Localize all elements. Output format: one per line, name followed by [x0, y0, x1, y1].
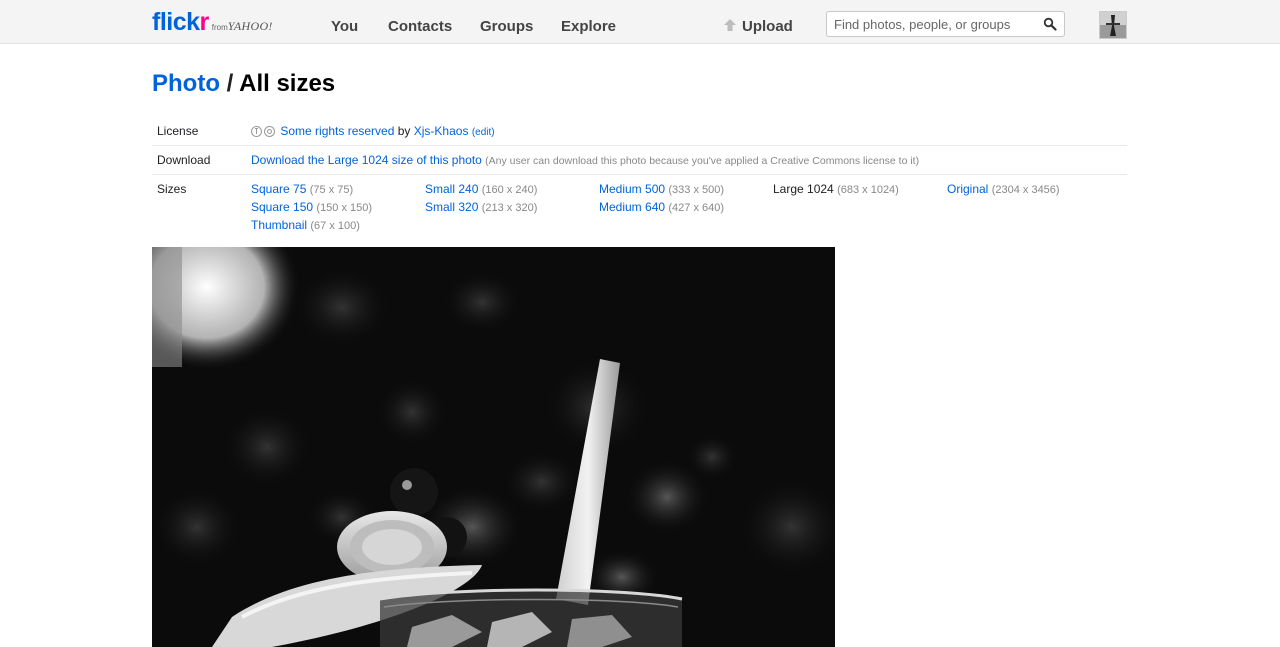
size-dims: (2304 x 3456): [991, 184, 1060, 196]
row-divider: [152, 174, 1127, 175]
size-dims: (67 x 100): [310, 220, 360, 232]
avatar-image: [1100, 12, 1126, 38]
search-icon[interactable]: [1043, 17, 1057, 31]
upload-label: Upload: [742, 18, 793, 35]
size-option[interactable]: Medium 500 (333 x 500): [599, 182, 724, 196]
size-thumbnail-link[interactable]: Thumbnail: [251, 218, 307, 232]
top-navigation-bar: flickr fromYAHOO! You Contacts Groups Exp…: [0, 0, 1280, 44]
size-dims: (213 x 320): [481, 202, 538, 214]
upload-arrow-icon: [724, 19, 736, 31]
breadcrumb-photo-link[interactable]: Photo: [152, 70, 220, 97]
logo-from-text: from: [211, 23, 228, 32]
download-value: Download the Large 1024 size of this pho…: [251, 153, 919, 167]
cc-nc-icon: [264, 126, 275, 137]
size-dims: (427 x 640): [668, 202, 725, 214]
size-option[interactable]: Square 150 (150 x 150): [251, 200, 372, 214]
size-medium-500-link[interactable]: Medium 500: [599, 182, 665, 196]
page-title: Photo / All sizes: [152, 70, 335, 98]
size-square-75-link[interactable]: Square 75: [251, 182, 306, 196]
size-dims: (160 x 240): [481, 184, 538, 196]
size-option[interactable]: Square 75 (75 x 75): [251, 182, 353, 196]
size-original-link[interactable]: Original: [947, 182, 988, 196]
cocktail-photo-image: [152, 247, 835, 647]
license-label: License: [157, 124, 199, 138]
logo-flick-text: flick: [152, 8, 200, 36]
size-option[interactable]: Original (2304 x 3456): [947, 182, 1060, 196]
size-option[interactable]: Small 240 (160 x 240): [425, 182, 537, 196]
logo-yahoo-text: YAHOO!: [227, 19, 273, 33]
photo-large-1024[interactable]: [152, 247, 835, 647]
sizes-label: Sizes: [157, 182, 187, 196]
size-dims: (75 x 75): [309, 184, 354, 196]
flickr-logo[interactable]: flickr fromYAHOO!: [152, 8, 273, 36]
size-square-150-link[interactable]: Square 150: [251, 200, 313, 214]
download-label: Download: [157, 153, 211, 167]
author-link[interactable]: Xjs-Khaos: [414, 124, 469, 138]
license-value: Some rights reserved by Xjs-Khaos (edit): [251, 124, 495, 138]
nav-you[interactable]: You: [331, 18, 358, 35]
size-option[interactable]: Thumbnail (67 x 100): [251, 218, 360, 232]
nav-groups[interactable]: Groups: [480, 18, 533, 35]
search-input[interactable]: [834, 16, 1034, 32]
nav-explore[interactable]: Explore: [561, 18, 616, 35]
nav-contacts[interactable]: Contacts: [388, 18, 452, 35]
size-small-240-link[interactable]: Small 240: [425, 182, 478, 196]
logo-r-text: r: [199, 8, 210, 36]
size-medium-640-link[interactable]: Medium 640: [599, 200, 665, 214]
download-note: (Any user can download this photo becaus…: [485, 155, 920, 167]
license-by-text: by: [397, 124, 411, 138]
license-edit-link[interactable]: (edit): [472, 127, 495, 138]
row-divider: [152, 145, 1127, 146]
download-large-link[interactable]: Download the Large 1024 size of this pho…: [251, 153, 482, 167]
some-rights-reserved-link[interactable]: Some rights reserved: [280, 124, 394, 138]
upload-button[interactable]: Upload: [723, 18, 793, 35]
size-small-320-link[interactable]: Small 320: [425, 200, 478, 214]
search-box: [826, 11, 1065, 37]
size-dims: (683 x 1024): [837, 184, 899, 196]
size-dims: (150 x 150): [316, 202, 373, 214]
avatar[interactable]: [1099, 11, 1127, 39]
size-dims: (333 x 500): [668, 184, 725, 196]
size-option-current: Large 1024 (683 x 1024): [773, 182, 899, 196]
size-option[interactable]: Medium 640 (427 x 640): [599, 200, 724, 214]
page-title-text: All sizes: [239, 70, 336, 97]
size-large-1024-current: Large 1024: [773, 182, 834, 196]
breadcrumb-separator: /: [219, 70, 240, 97]
size-option[interactable]: Small 320 (213 x 320): [425, 200, 537, 214]
cc-by-icon: [251, 126, 262, 137]
